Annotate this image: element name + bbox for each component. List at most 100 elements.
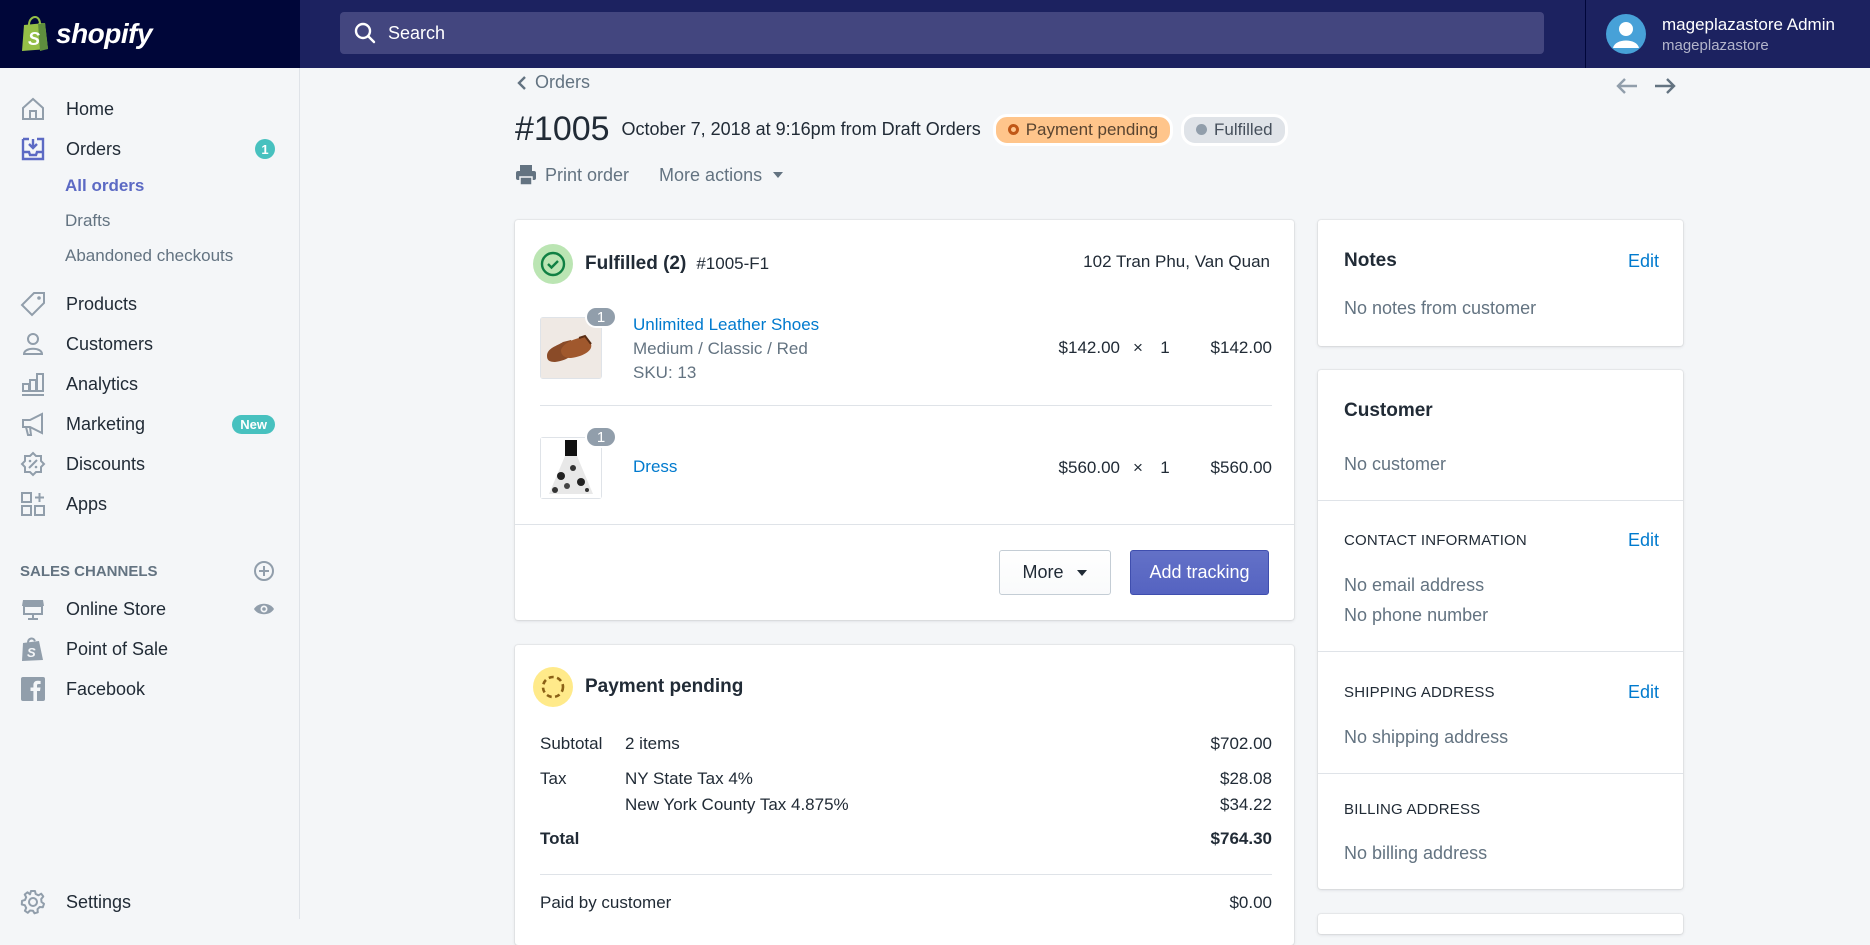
payment-pending-icon (533, 667, 573, 707)
orders-count-badge: 1 (255, 139, 275, 159)
line-item-divider (540, 405, 1272, 406)
facebook-icon (20, 676, 46, 702)
shipping-edit-link[interactable]: Edit (1628, 682, 1659, 703)
times-sign: × (1133, 458, 1143, 477)
fulfillment-id: #1005-F1 (696, 254, 770, 273)
sidebar-item-label: Analytics (66, 373, 139, 394)
sidebar-item-label: Apps (66, 493, 108, 514)
sidebar-item-label: Home (66, 98, 115, 119)
breadcrumb[interactable]: Orders (515, 72, 590, 93)
product-thumbnail-shoes[interactable]: 1 (540, 306, 617, 379)
contact-heading: CONTACT INFORMATION (1344, 532, 1527, 549)
tax-amount: $34.22 (1220, 795, 1272, 814)
sidebar-item-settings[interactable]: Settings (20, 885, 275, 919)
tax-desc: New York County Tax 4.875% (625, 795, 849, 814)
shipping-heading: SHIPPING ADDRESS (1344, 684, 1495, 701)
order-subtitle: October 7, 2018 at 9:16pm from Draft Ord… (621, 119, 981, 139)
sidebar-item-label: Point of Sale (66, 638, 169, 659)
eye-icon[interactable] (253, 601, 275, 617)
payment-status-label: Payment pending (1025, 119, 1159, 139)
page-title: #1005 October 7, 2018 at 9:16pm from Dra… (515, 110, 1288, 149)
shopify-bag-icon: S (22, 16, 48, 51)
sidebar-item-online-store[interactable]: Online Store (20, 592, 275, 626)
print-order-button[interactable]: Print order (515, 164, 629, 186)
sidebar-item-apps[interactable]: Apps (20, 487, 275, 521)
search-bar[interactable] (340, 12, 1544, 54)
megaphone-icon (20, 411, 46, 437)
payment-status-badge: Payment pending (992, 113, 1174, 146)
line-total: $142.00 (1210, 338, 1272, 357)
product-variant: Medium / Classic / Red (633, 339, 808, 358)
sidebar-item-label: Products (66, 293, 138, 314)
order-pagination (1615, 76, 1677, 96)
unit-price: $142.00 (1058, 338, 1120, 357)
add-channel-icon[interactable] (253, 560, 275, 582)
search-input[interactable] (388, 22, 1488, 44)
line-total: $560.00 (1210, 458, 1272, 477)
tax-desc: NY State Tax 4% (625, 769, 753, 788)
top-bar: S shopify mageplazastore Admin mageplaza… (0, 0, 1870, 68)
sidebar-item-home[interactable]: Home (20, 92, 275, 126)
unit-price: $560.00 (1058, 458, 1120, 477)
sidebar-item-label: Customers (66, 333, 154, 354)
sidebar-item-marketing[interactable]: Marketing New (20, 407, 275, 441)
page-actions: Print order More actions (515, 164, 784, 186)
sidebar-subitem-all-orders[interactable]: All orders (65, 176, 144, 196)
avatar (1606, 14, 1646, 54)
sidebar-subitem-abandoned-checkouts[interactable]: Abandoned checkouts (65, 246, 233, 266)
sidebar-item-analytics[interactable]: Analytics (20, 367, 275, 401)
sidebar-item-discounts[interactable]: Discounts (20, 447, 275, 481)
quantity-badge: 1 (585, 306, 617, 328)
fulfillment-location: 102 Tran Phu, Van Quan (1083, 252, 1270, 271)
gear-icon (20, 889, 46, 915)
subtotal-desc: 2 items (625, 734, 680, 753)
section-divider (1318, 651, 1683, 652)
sidebar-item-point-of-sale[interactable]: S Point of Sale (20, 632, 275, 666)
breadcrumb-orders-link[interactable]: Orders (535, 72, 590, 93)
order-number: #1005 (515, 110, 610, 148)
payment-title: Payment pending (585, 676, 744, 697)
fulfillment-status-label: Fulfilled (1214, 119, 1273, 139)
svg-text:S: S (27, 645, 36, 660)
product-link[interactable]: Unlimited Leather Shoes (633, 315, 819, 335)
home-icon (20, 96, 46, 122)
sidebar-subitem-drafts[interactable]: Drafts (65, 211, 110, 231)
sidebar-item-facebook[interactable]: Facebook (20, 672, 275, 706)
svg-text:S: S (28, 29, 40, 49)
brand-name: shopify (56, 18, 153, 49)
shopify-logo[interactable]: S shopify (0, 0, 300, 68)
previous-order-arrow-icon[interactable] (1615, 76, 1639, 96)
more-button[interactable]: More (999, 550, 1111, 595)
paid-amount: $0.00 (1229, 893, 1272, 912)
sidebar-item-products[interactable]: Products (20, 287, 275, 321)
user-menu[interactable]: mageplazastore Admin mageplazastore (1585, 0, 1870, 68)
customer-text: No customer (1344, 454, 1447, 474)
sidebar-item-label: Discounts (66, 453, 146, 474)
more-actions-button[interactable]: More actions (659, 165, 784, 186)
search-icon (354, 22, 376, 44)
new-badge: New (232, 414, 275, 434)
user-name: mageplazastore Admin (1662, 14, 1835, 34)
notes-title: Notes (1344, 250, 1397, 271)
next-order-arrow-icon[interactable] (1653, 76, 1677, 96)
sidebar-item-label: Marketing (66, 413, 146, 434)
subtotal-label: Subtotal (540, 734, 603, 753)
contact-edit-link[interactable]: Edit (1628, 530, 1659, 551)
notes-edit-link[interactable]: Edit (1628, 251, 1659, 272)
section-divider (1318, 500, 1683, 501)
fulfilled-check-icon (533, 244, 573, 284)
apps-icon (20, 491, 46, 517)
tax-label: Tax (540, 769, 567, 788)
pending-dot-icon (1007, 124, 1019, 135)
card-footer-divider (515, 524, 1294, 525)
section-divider (1318, 773, 1683, 774)
pos-bag-icon: S (20, 636, 46, 662)
product-link[interactable]: Dress (633, 457, 677, 477)
sidebar-item-customers[interactable]: Customers (20, 327, 275, 361)
customer-icon (20, 331, 46, 357)
sidebar-item-label: Orders (66, 138, 122, 159)
customer-title: Customer (1344, 400, 1433, 421)
product-thumbnail-dress[interactable]: 1 (540, 426, 617, 499)
add-tracking-button[interactable]: Add tracking (1130, 550, 1269, 595)
sidebar-item-orders[interactable]: Orders 1 (20, 132, 275, 166)
